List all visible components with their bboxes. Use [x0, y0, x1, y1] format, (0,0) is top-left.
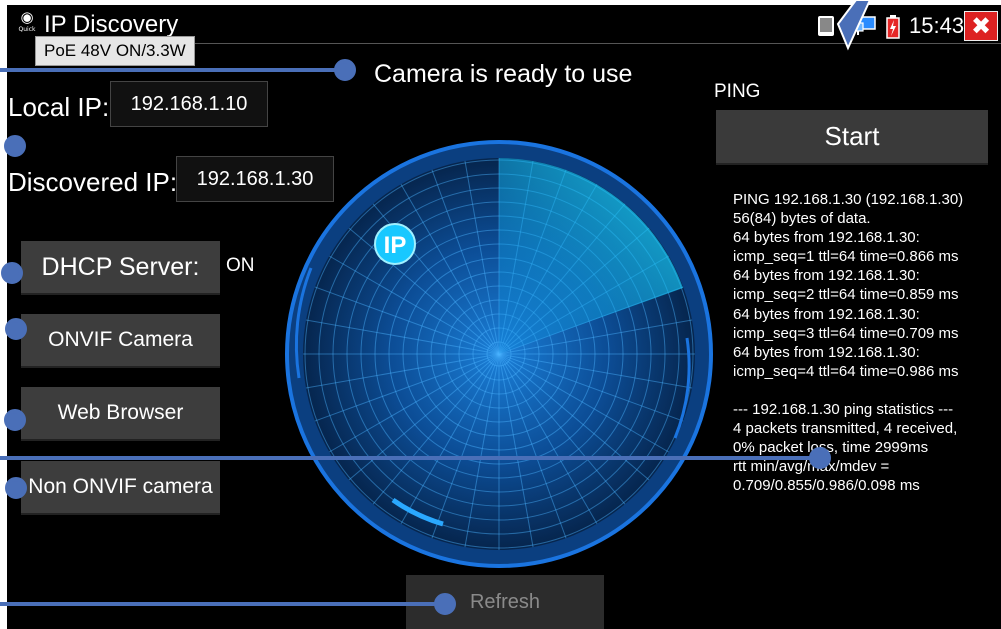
- stylus-pointer-icon: [836, 0, 872, 51]
- callout-dot-status: [334, 59, 356, 81]
- callout-dot-refresh: [434, 593, 456, 615]
- callout-dot-web: [4, 409, 26, 431]
- callout-dot-dhcp: [1, 262, 23, 284]
- callout-dot-ip: [4, 135, 26, 157]
- callout-overlay: [0, 0, 872, 615]
- callout-dot-onvif: [5, 318, 27, 340]
- callout-dot-ping: [809, 447, 831, 469]
- callout-dot-non-onvif: [5, 477, 27, 499]
